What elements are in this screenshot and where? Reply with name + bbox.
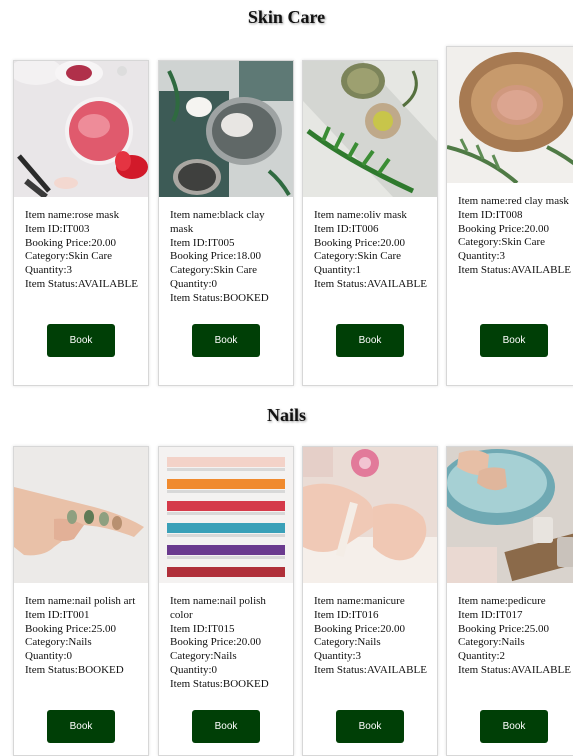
- item-name: Item name:nail polish art: [25, 595, 136, 607]
- item-price: Booking Price:20.00: [314, 622, 406, 635]
- item-price: Booking Price:20.00: [25, 236, 117, 249]
- item-quantity: Quantity:3: [458, 250, 506, 263]
- book-button-nail-polish-color[interactable]: Book: [192, 710, 260, 743]
- item-name: Item name:rose mask: [25, 209, 120, 221]
- section-title-nails: Nails: [266, 405, 306, 425]
- item-price: Booking Price:25.00: [458, 622, 550, 635]
- book-button-oliv-mask[interactable]: Book: [336, 324, 404, 357]
- item-quantity: Quantity:3: [314, 650, 362, 663]
- item-id: Item ID:IT001: [25, 608, 90, 621]
- section-title-skin-care: Skin Care: [247, 7, 326, 27]
- book-button-rose-mask[interactable]: Book: [47, 324, 115, 357]
- item-id: Item ID:IT015: [170, 622, 235, 635]
- item-price: Booking Price:20.00: [458, 222, 550, 235]
- item-quantity: Quantity:0: [170, 277, 218, 290]
- book-button-black-clay-mask[interactable]: Book: [192, 324, 260, 357]
- product-card-nail-polish-color: Item name:nail polish color Item ID:IT01…: [158, 446, 294, 756]
- book-button-red-clay-mask[interactable]: Book: [480, 324, 548, 357]
- item-category: Category:Nails: [25, 636, 92, 649]
- product-image-nail-polish-color: [159, 447, 293, 583]
- item-id: Item ID:IT017: [458, 608, 523, 621]
- product-card-rose-mask: Item name:rose mask Item ID:IT003 Bookin…: [13, 60, 149, 386]
- item-name: Item name:black clay mask: [170, 209, 265, 235]
- product-card-oliv-mask: Item name:oliv mask Item ID:IT006 Bookin…: [302, 60, 438, 386]
- product-card-pedicure: Item name:pedicure Item ID:IT017 Booking…: [446, 446, 573, 756]
- product-image-oliv-mask: [303, 61, 437, 197]
- item-status: Item Status:AVAILABLE: [314, 663, 427, 676]
- book-button-manicure[interactable]: Book: [336, 710, 404, 743]
- item-category: Category:Nails: [458, 636, 525, 649]
- item-status: Item Status:BOOKED: [170, 677, 269, 690]
- product-card-red-clay-mask: Item name:red clay mask Item ID:IT008 Bo…: [446, 46, 573, 386]
- item-name: Item name:pedicure: [458, 595, 546, 607]
- item-category: Category:Skin Care: [314, 250, 402, 263]
- product-image-black-clay-mask: [159, 61, 293, 197]
- item-name: Item name:nail polish color: [170, 595, 266, 621]
- item-price: Booking Price:18.00: [170, 250, 262, 263]
- item-status: Item Status:AVAILABLE: [458, 263, 571, 276]
- item-category: Category:Nails: [170, 650, 237, 663]
- product-image-nail-polish-art: [14, 447, 148, 583]
- item-category: Category:Skin Care: [458, 236, 546, 249]
- item-id: Item ID:IT005: [170, 236, 235, 249]
- item-id: Item ID:IT003: [25, 222, 90, 235]
- product-image-manicure: [303, 447, 437, 583]
- product-card-manicure: Item name:manicure Item ID:IT016 Booking…: [302, 446, 438, 756]
- item-category: Category:Skin Care: [170, 264, 258, 277]
- item-status: Item Status:AVAILABLE: [458, 663, 571, 676]
- item-quantity: Quantity:3: [25, 264, 73, 277]
- item-status: Item Status:BOOKED: [170, 291, 269, 304]
- book-button-pedicure[interactable]: Book: [480, 710, 548, 743]
- item-category: Category:Nails: [314, 636, 381, 649]
- item-quantity: Quantity:0: [170, 663, 218, 676]
- product-image-rose-mask: [14, 61, 148, 197]
- item-id: Item ID:IT016: [314, 608, 379, 621]
- item-price: Booking Price:20.00: [314, 236, 406, 249]
- item-quantity: Quantity:2: [458, 650, 506, 663]
- item-quantity: Quantity:1: [314, 264, 362, 277]
- product-image-red-clay-mask: [447, 47, 573, 183]
- item-status: Item Status:AVAILABLE: [25, 277, 138, 290]
- item-category: Category:Skin Care: [25, 250, 113, 263]
- item-name: Item name:oliv mask: [314, 209, 407, 221]
- product-card-black-clay-mask: Item name:black clay mask Item ID:IT005 …: [158, 60, 294, 386]
- book-button-nail-polish-art[interactable]: Book: [47, 710, 115, 743]
- item-price: Booking Price:25.00: [25, 622, 117, 635]
- item-price: Booking Price:20.00: [170, 636, 262, 649]
- item-name: Item name:manicure: [314, 595, 405, 607]
- item-quantity: Quantity:0: [25, 650, 73, 663]
- product-card-nail-polish-art: Item name:nail polish art Item ID:IT001 …: [13, 446, 149, 756]
- item-name: Item name:red clay mask: [458, 195, 569, 207]
- product-image-pedicure: [447, 447, 573, 583]
- item-id: Item ID:IT008: [458, 208, 523, 221]
- item-status: Item Status:BOOKED: [25, 663, 124, 676]
- item-status: Item Status:AVAILABLE: [314, 277, 427, 290]
- item-id: Item ID:IT006: [314, 222, 379, 235]
